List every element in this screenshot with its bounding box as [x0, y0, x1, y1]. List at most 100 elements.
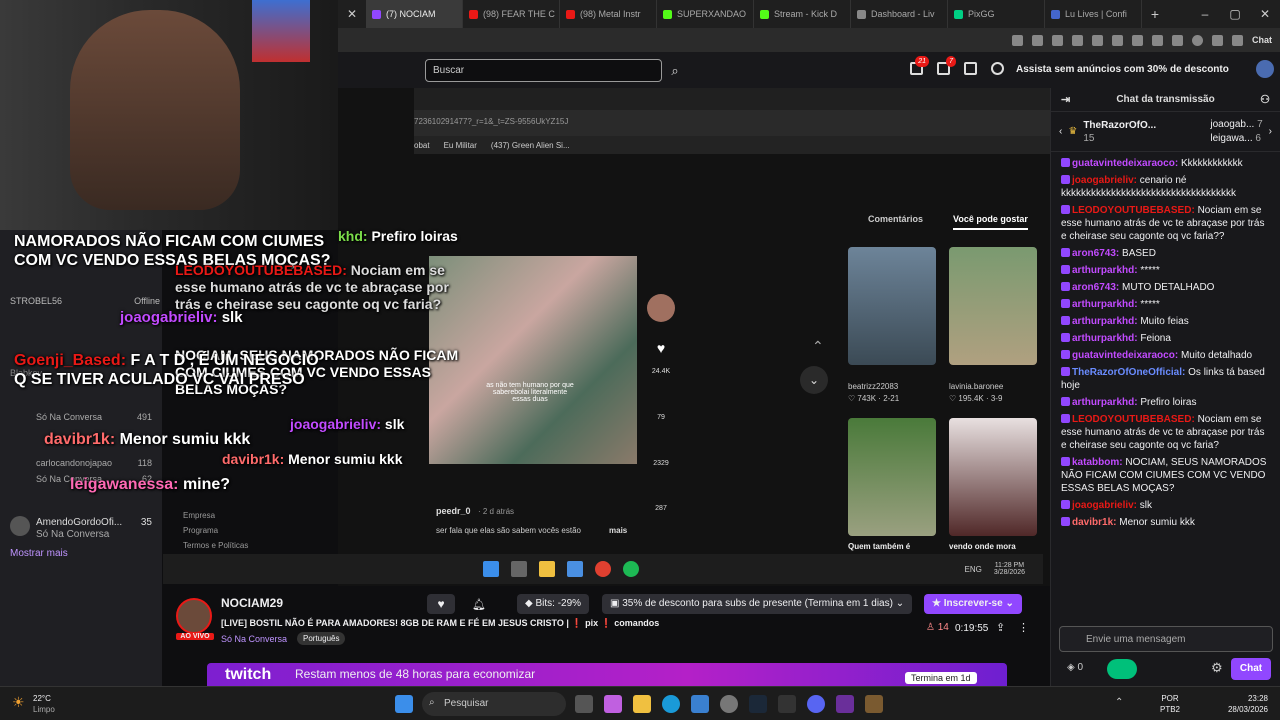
turbo-promo[interactable]: Assista sem anúncios com 30% de desconto	[1016, 64, 1229, 75]
chat-username[interactable]: arthurparkhd:	[1072, 316, 1138, 327]
channel-points-icon[interactable]	[1107, 659, 1137, 679]
channel-name[interactable]: NOCIAM29	[221, 596, 283, 610]
app-icon[interactable]	[720, 695, 738, 713]
avatar[interactable]	[1256, 60, 1274, 78]
taskbar-search[interactable]: ⌕ Pesquisar	[422, 692, 566, 716]
tray-chevron-icon[interactable]: ⌃	[1115, 697, 1123, 708]
subscribe-button[interactable]: ★ Inscrever-se ⌄	[924, 594, 1022, 614]
chat-text: Feiona	[1140, 333, 1171, 344]
sidebar-item[interactable]: carlocandonojapao 118	[36, 458, 152, 468]
taskview-icon[interactable]	[575, 695, 593, 713]
prime-icon[interactable]: 21	[910, 56, 929, 75]
promo-banner[interactable]: twitch Restam menos de 48 horas para eco…	[207, 663, 1007, 686]
chat-username[interactable]: arthurparkhd:	[1072, 299, 1138, 310]
chat-username[interactable]: guatavintedeixaraoco:	[1072, 350, 1178, 361]
inner-bookmarks: obat Eu Militar (437) Green Alien Si...	[414, 136, 1050, 154]
chat-username[interactable]: joaogabrieliv:	[1072, 500, 1137, 511]
users-icon[interactable]: ⚇	[1260, 93, 1270, 106]
chat-username[interactable]: arthurparkhd:	[1072, 397, 1138, 408]
start-button[interactable]	[395, 695, 413, 713]
download-icon[interactable]	[1172, 34, 1183, 46]
steam-icon[interactable]	[749, 695, 767, 713]
collapse-icon[interactable]: ⇥	[1061, 93, 1070, 106]
app-icon[interactable]	[691, 695, 709, 713]
browser-tab[interactable]: Lu Lives | Confi	[1045, 0, 1142, 28]
chat-send-button[interactable]: Chat	[1231, 658, 1271, 680]
notification-bell-icon[interactable]: 🔔︎	[472, 598, 486, 611]
more-options-icon[interactable]: ⋮	[1018, 621, 1029, 634]
stream-video[interactable]: 723610291477?_r=1&_t=ZS-9556UkYZ15J obat…	[163, 88, 1050, 586]
close-icon[interactable]: ✕	[338, 7, 366, 21]
minimize-button[interactable]: –	[1190, 7, 1220, 21]
share-icon[interactable]: ⇪	[996, 621, 1005, 634]
explorer-icon[interactable]	[633, 695, 651, 713]
notifications-icon[interactable]: 7	[937, 56, 956, 75]
star-icon[interactable]	[1152, 34, 1163, 46]
avatar[interactable]	[176, 598, 212, 634]
search-icon[interactable]: ⌕	[664, 59, 686, 82]
chat-username[interactable]: joaogabrieliv:	[1072, 175, 1137, 186]
maximize-button[interactable]: ▢	[1220, 7, 1250, 21]
star-icon[interactable]	[1012, 34, 1023, 46]
sidebar-item[interactable]: Só Na Conversa 491	[36, 412, 152, 422]
chat-username[interactable]: LEODOYOUTUBEBASED:	[1072, 414, 1195, 425]
browser-tab[interactable]: PixGG	[948, 0, 1045, 28]
new-tab-button[interactable]: +	[1142, 6, 1168, 22]
language-tag[interactable]: Português	[297, 632, 346, 645]
browser-tab[interactable]: Stream - Kick D	[754, 0, 851, 28]
chat-username[interactable]: aron6743:	[1072, 248, 1119, 259]
copilot-icon[interactable]	[604, 695, 622, 713]
avatar[interactable]	[1192, 34, 1203, 46]
points-counter[interactable]: ◈ 0	[1067, 662, 1083, 673]
copilot-icon[interactable]	[1232, 34, 1243, 46]
chat-input[interactable]: Envie uma mensagem	[1059, 626, 1273, 652]
shield-icon[interactable]	[1052, 34, 1063, 46]
gear-icon[interactable]: ⚙	[1211, 660, 1223, 676]
sidebar-item[interactable]: AmendoGordoOfi... 35	[36, 517, 152, 528]
extension-icon[interactable]	[1032, 34, 1043, 46]
bits-button[interactable]: ◆ Bits: -29%	[517, 594, 590, 614]
app-icon[interactable]	[778, 695, 796, 713]
show-more-link[interactable]: Mostrar mais	[10, 548, 68, 559]
input-language[interactable]: POR PTB2	[1160, 693, 1180, 715]
streamer-image	[70, 10, 240, 210]
chat-label[interactable]: Chat	[1252, 35, 1272, 45]
extension-icon[interactable]	[1092, 34, 1103, 46]
chevron-right-icon[interactable]: ›	[1269, 126, 1272, 137]
browser-tab[interactable]: Dashboard - Liv	[851, 0, 948, 28]
edge-icon[interactable]	[662, 695, 680, 713]
system-clock[interactable]: 23:28 28/03/2026	[1222, 693, 1268, 715]
stream-category[interactable]: Só Na Conversa	[221, 634, 287, 644]
chat-username[interactable]: arthurparkhd:	[1072, 265, 1138, 276]
browser-tab[interactable]: SUPERXANDAO	[657, 0, 754, 28]
list-icon[interactable]	[1132, 34, 1143, 46]
chat-username[interactable]: davibr1k:	[1072, 517, 1116, 528]
browser-tab[interactable]: (7) NOCIAM	[366, 0, 463, 28]
whispers-icon[interactable]	[964, 62, 977, 75]
chat-username[interactable]: katabbom:	[1072, 457, 1123, 468]
translate-icon[interactable]	[1072, 34, 1083, 46]
chat-username[interactable]: LEODOYOUTUBEBASED:	[1072, 205, 1195, 216]
chat-username[interactable]: arthurparkhd:	[1072, 333, 1138, 344]
chat-username[interactable]: aron6743:	[1072, 282, 1119, 293]
bits-icon[interactable]	[991, 62, 1004, 75]
chevron-left-icon[interactable]: ‹	[1059, 126, 1062, 137]
discord-icon[interactable]	[807, 695, 825, 713]
chat-username[interactable]: TheRazorOfOneOfficial:	[1072, 367, 1185, 378]
follow-heart-icon[interactable]: ♥	[427, 594, 455, 614]
chat-username[interactable]: guatavintedeixaraoco:	[1072, 158, 1178, 169]
search-input[interactable]: Buscar	[425, 59, 662, 82]
puzzle-icon[interactable]	[1112, 34, 1123, 46]
app-icon[interactable]	[865, 695, 883, 713]
app-icon[interactable]	[836, 695, 854, 713]
inner-address: 723610291477?_r=1&_t=ZS-9556UkYZ15J	[414, 110, 1050, 136]
browser-tab[interactable]: (98) Metal Instr	[560, 0, 657, 28]
chat-header: ⇥ Chat da transmissão ⚇	[1051, 88, 1280, 112]
browser-tab[interactable]: (98) FEAR THE C	[463, 0, 560, 28]
leaderboard[interactable]: ‹ ♛ TheRazorOfO... 15 joaogab... 7 leigawa…	[1051, 112, 1280, 152]
menu-icon[interactable]	[1212, 34, 1223, 46]
weather-widget[interactable]: 22°C Limpo	[33, 693, 55, 715]
window-close-button[interactable]: ✕	[1250, 7, 1280, 21]
gift-subs-button[interactable]: ▣ 35% de desconto para subs de presente …	[602, 594, 913, 614]
twitch-icon	[372, 9, 381, 19]
